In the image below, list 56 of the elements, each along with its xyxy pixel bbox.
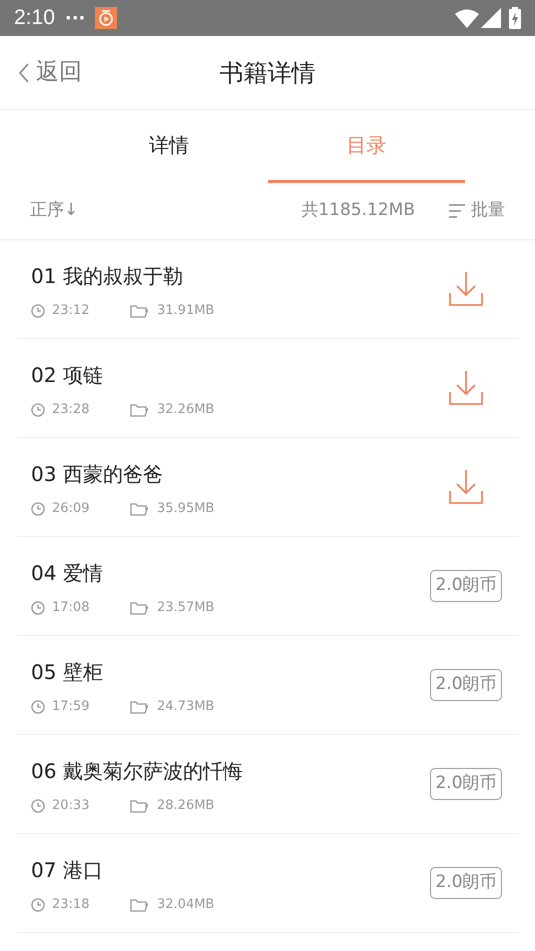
download-icon[interactable] <box>449 370 483 406</box>
price-button[interactable]: 2.0朗币 <box>430 768 502 800</box>
chapter-size: 24.73MB <box>157 698 214 716</box>
chapter-duration: 26:09 <box>52 500 90 518</box>
chapter-size: 35.95MB <box>157 500 214 518</box>
chapter-duration: 17:59 <box>52 698 90 716</box>
clock-icon <box>31 700 45 714</box>
folder-icon <box>130 601 148 615</box>
clock-icon <box>31 304 45 318</box>
chapter-title[interactable]: 02 项链 <box>31 360 428 390</box>
chapter-title[interactable]: 04 爱情 <box>31 558 428 588</box>
chapter-size: 23.57MB <box>157 599 214 618</box>
chapter-size: 32.26MB <box>157 401 214 420</box>
price-button[interactable]: 2.0朗币 <box>430 669 502 701</box>
app-notification-icon <box>95 7 118 29</box>
chapter-title[interactable]: 06 戴奥菊尔萨波的忏悔 <box>31 756 428 786</box>
folder-icon <box>130 502 148 516</box>
signal-icon <box>481 8 501 28</box>
clock-icon <box>31 898 45 912</box>
clock-icon <box>31 601 45 615</box>
page-title: 书籍详情 <box>220 58 316 88</box>
chapter-duration: 23:18 <box>52 896 90 914</box>
clock-icon <box>31 799 45 813</box>
chapter-size: 32.04MB <box>157 896 214 914</box>
price-button[interactable]: 2.0朗币 <box>430 570 502 602</box>
chapter-title[interactable]: 05 壁柜 <box>31 657 428 688</box>
notification-dots: ··· <box>64 6 86 30</box>
status-time: 2:10 <box>14 5 55 32</box>
chapter-size: 28.26MB <box>157 797 214 816</box>
folder-icon <box>130 304 148 318</box>
back-button[interactable]: 返回 <box>18 55 82 90</box>
battery-icon <box>509 7 521 29</box>
folder-icon <box>130 700 148 714</box>
sort-toggle[interactable]: 正序↓ <box>30 198 78 224</box>
wifi-icon <box>455 8 479 28</box>
chapter-title[interactable]: 01 我的叔叔于勒 <box>31 261 428 292</box>
folder-icon <box>130 403 148 417</box>
download-icon[interactable] <box>449 469 483 505</box>
list-icon <box>449 204 465 218</box>
chapter-duration: 17:08 <box>52 599 90 618</box>
folder-icon <box>130 799 148 813</box>
clock-icon <box>31 502 45 516</box>
folder-icon <box>130 898 148 912</box>
chapter-size: 31.91MB <box>157 302 214 320</box>
download-icon[interactable] <box>449 271 483 307</box>
chapter-duration: 20:33 <box>52 797 90 816</box>
batch-button[interactable]: 批量 <box>449 198 505 224</box>
chapter-duration: 23:12 <box>52 302 90 320</box>
back-chevron-icon <box>18 62 30 84</box>
total-size: 共1185.12MB <box>301 199 415 222</box>
chapter-duration: 23:28 <box>52 401 90 420</box>
clock-icon <box>31 403 45 417</box>
chapter-title[interactable]: 03 西蒙的爸爸 <box>31 459 428 490</box>
chapter-title[interactable]: 07 港口 <box>31 855 428 886</box>
price-button[interactable]: 2.0朗币 <box>430 867 502 899</box>
tab[interactable]: 详情 <box>70 110 268 183</box>
